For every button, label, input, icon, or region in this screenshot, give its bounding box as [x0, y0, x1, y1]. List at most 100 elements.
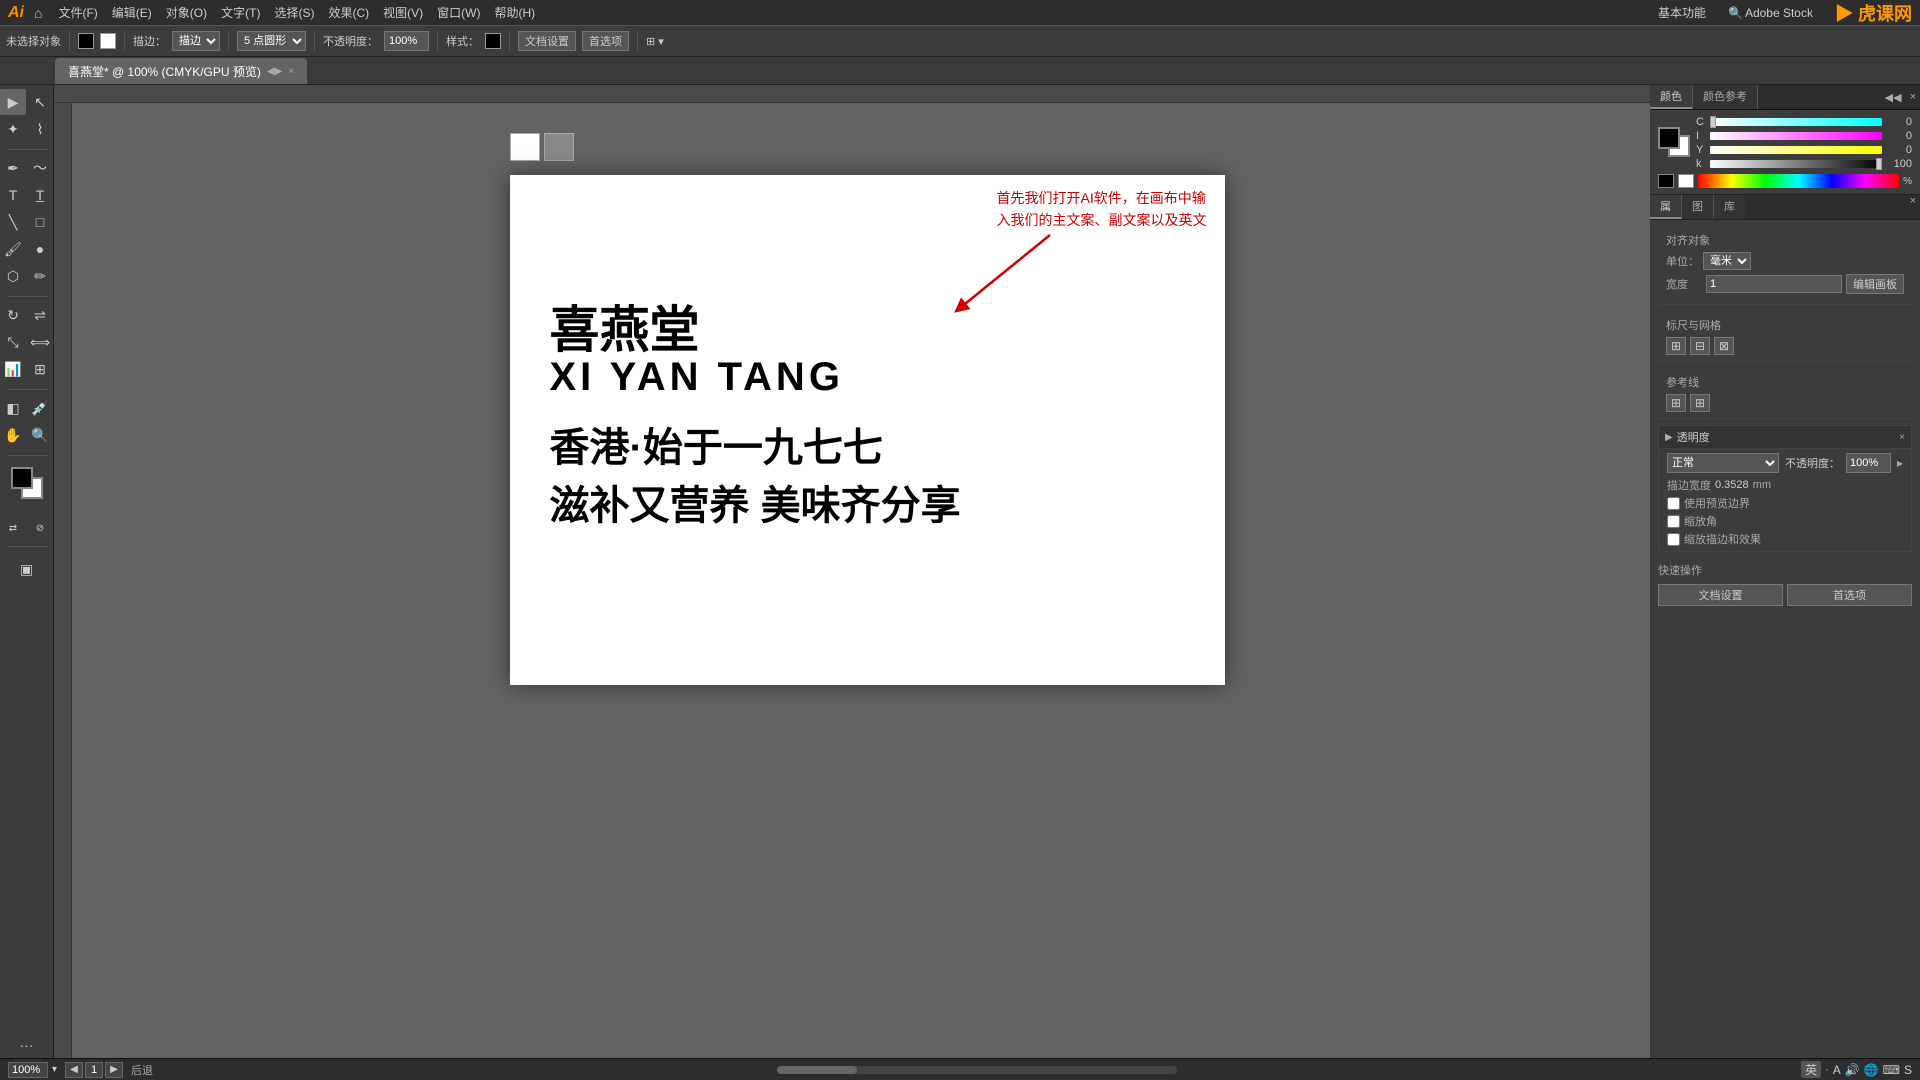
- unit-select[interactable]: 毫米: [1703, 252, 1751, 270]
- color-ref-tab[interactable]: 颜色参考: [1693, 85, 1758, 109]
- ime-indicator[interactable]: 英: [1801, 1061, 1821, 1078]
- eyedropper-tool[interactable]: 💉: [27, 395, 53, 421]
- foreground-color-swatch[interactable]: [11, 467, 33, 489]
- edit-artboard-btn[interactable]: 编辑画板: [1846, 274, 1904, 294]
- menu-edit[interactable]: 编辑(E): [106, 4, 158, 21]
- pen-tool[interactable]: ✒: [0, 155, 26, 181]
- rulers-section: 标尺与网格 ⊞ ⊟ ⊠: [1658, 311, 1912, 362]
- lasso-tool[interactable]: ⌇: [27, 116, 53, 142]
- stroke-type-select[interactable]: 描边: [172, 31, 220, 51]
- direct-selection-tool[interactable]: ↖: [27, 89, 53, 115]
- arrange-icon[interactable]: ⊞ ▾: [646, 35, 664, 48]
- paintbrush-tool[interactable]: 🖌: [0, 236, 26, 262]
- color-spectrum[interactable]: [1698, 174, 1899, 188]
- blend-mode-select[interactable]: 正常: [1667, 453, 1779, 473]
- trans-chevron-btn[interactable]: ▸: [1897, 456, 1903, 470]
- fg-swatch[interactable]: [1658, 127, 1680, 149]
- rect-tool[interactable]: □: [27, 209, 53, 235]
- width-input[interactable]: [1706, 275, 1842, 293]
- blob-brush-tool[interactable]: ●: [27, 236, 53, 262]
- panel-collapse-btn[interactable]: ◀◀: [1881, 91, 1906, 104]
- width-select[interactable]: 5 点圆形: [237, 31, 306, 51]
- opacity-input-t[interactable]: [1846, 453, 1891, 473]
- scale-tool[interactable]: ⤡: [0, 329, 26, 355]
- width-tool[interactable]: ⟺: [27, 329, 53, 355]
- gradient-tool[interactable]: ◧: [0, 395, 26, 421]
- touch-type-tool[interactable]: T̲: [27, 182, 53, 208]
- adobe-stock-link[interactable]: Adobe Stock: [1745, 6, 1813, 20]
- layers-tab[interactable]: 图: [1682, 195, 1714, 219]
- menu-effect[interactable]: 效果(C): [322, 4, 375, 21]
- menu-help[interactable]: 帮助(H): [488, 4, 541, 21]
- color-panel-tab[interactable]: 颜色: [1650, 85, 1693, 109]
- document-tab[interactable]: 喜燕堂* @ 100% (CMYK/GPU 预览) ◀▶ ×: [55, 58, 307, 84]
- guide-icon-1[interactable]: ⊞: [1666, 394, 1686, 412]
- search-area[interactable]: 🔍: [1728, 6, 1743, 20]
- preferences-button[interactable]: 首选项: [582, 31, 629, 51]
- use-preview-bounds-cb[interactable]: [1667, 497, 1680, 510]
- hand-tool[interactable]: ✋: [0, 422, 26, 448]
- expand-shape-cb[interactable]: [1667, 515, 1680, 528]
- menu-object[interactable]: 对象(O): [160, 4, 213, 21]
- menu-select[interactable]: 选择(S): [268, 4, 320, 21]
- stroke-color-swatch[interactable]: [78, 33, 94, 49]
- y-slider[interactable]: [1710, 146, 1882, 154]
- home-icon[interactable]: ⌂: [34, 5, 42, 21]
- graph-tool[interactable]: 📊: [0, 356, 26, 382]
- scale-stroke-cb[interactable]: [1667, 533, 1680, 546]
- doc-settings-button[interactable]: 文档设置: [518, 31, 576, 51]
- tray-icon-1[interactable]: A: [1833, 1063, 1841, 1077]
- fill-color-swatch[interactable]: [100, 33, 116, 49]
- page-prev-btn[interactable]: ◀: [65, 1062, 83, 1078]
- tray-icon-3[interactable]: 🌐: [1864, 1063, 1879, 1077]
- doc-settings-quick-btn[interactable]: 文档设置: [1658, 584, 1783, 606]
- menu-window[interactable]: 窗口(W): [431, 4, 486, 21]
- page-next-btn[interactable]: ▶: [105, 1062, 123, 1078]
- tray-icon-5[interactable]: S: [1904, 1063, 1912, 1077]
- tray-icon-4[interactable]: ⌨: [1883, 1063, 1900, 1077]
- trans-collapse[interactable]: ×: [1899, 432, 1905, 443]
- menu-view[interactable]: 视图(V): [377, 4, 429, 21]
- k-slider[interactable]: [1710, 160, 1882, 168]
- attr-tab[interactable]: 属: [1650, 195, 1682, 219]
- magic-wand-tool[interactable]: ✦: [0, 116, 26, 142]
- workspace-selector[interactable]: 基本功能: [1658, 4, 1706, 21]
- ruler-icon-2[interactable]: ⊟: [1690, 337, 1710, 355]
- preferences-quick-btn[interactable]: 首选项: [1787, 584, 1912, 606]
- trans-arrow[interactable]: ▶: [1665, 432, 1673, 443]
- selection-tool[interactable]: ▶: [0, 89, 26, 115]
- menu-file[interactable]: 文件(F): [52, 4, 103, 21]
- rotate-tool[interactable]: ↻: [0, 302, 26, 328]
- page-input[interactable]: [85, 1062, 103, 1078]
- tool-divider-4: [7, 455, 47, 456]
- pencil-tool[interactable]: ✏: [27, 263, 53, 289]
- tab-close-button[interactable]: ×: [288, 66, 294, 77]
- ruler-icon-1[interactable]: ⊞: [1666, 337, 1686, 355]
- swap-colors-icon[interactable]: ⇄: [0, 515, 26, 541]
- mesh-tool[interactable]: ⊞: [27, 356, 53, 382]
- none-color-icon[interactable]: ⊘: [27, 515, 53, 541]
- zoom-tool[interactable]: 🔍: [27, 422, 53, 448]
- h-scrollbar[interactable]: [777, 1066, 1177, 1074]
- line-tool[interactable]: ╲: [0, 209, 26, 235]
- ruler-icon-3[interactable]: ⊠: [1714, 337, 1734, 355]
- c-slider[interactable]: [1710, 118, 1882, 126]
- screen-mode-button[interactable]: ▣: [14, 556, 40, 582]
- reflect-tool[interactable]: ⇌: [27, 302, 53, 328]
- menu-text[interactable]: 文字(T): [215, 4, 266, 21]
- library-tab[interactable]: 库: [1714, 195, 1745, 219]
- prop-panel-close[interactable]: ×: [1906, 195, 1920, 219]
- opacity-input[interactable]: [384, 31, 429, 51]
- style-swatch[interactable]: [485, 33, 501, 49]
- curvature-tool[interactable]: 〜: [27, 155, 53, 181]
- more-tools-button[interactable]: ···: [14, 1032, 40, 1058]
- guide-icon-2[interactable]: ⊞: [1690, 394, 1710, 412]
- tray-icon-2[interactable]: 🔊: [1845, 1063, 1860, 1077]
- zoom-down-btn[interactable]: ▾: [52, 1064, 57, 1075]
- m-slider[interactable]: [1710, 132, 1882, 140]
- panel-close-btn[interactable]: ×: [1906, 91, 1920, 103]
- zoom-input[interactable]: [8, 1062, 48, 1078]
- type-tool[interactable]: T: [0, 182, 26, 208]
- scrollbar-thumb[interactable]: [777, 1066, 857, 1074]
- shaper-tool[interactable]: ⬡: [0, 263, 26, 289]
